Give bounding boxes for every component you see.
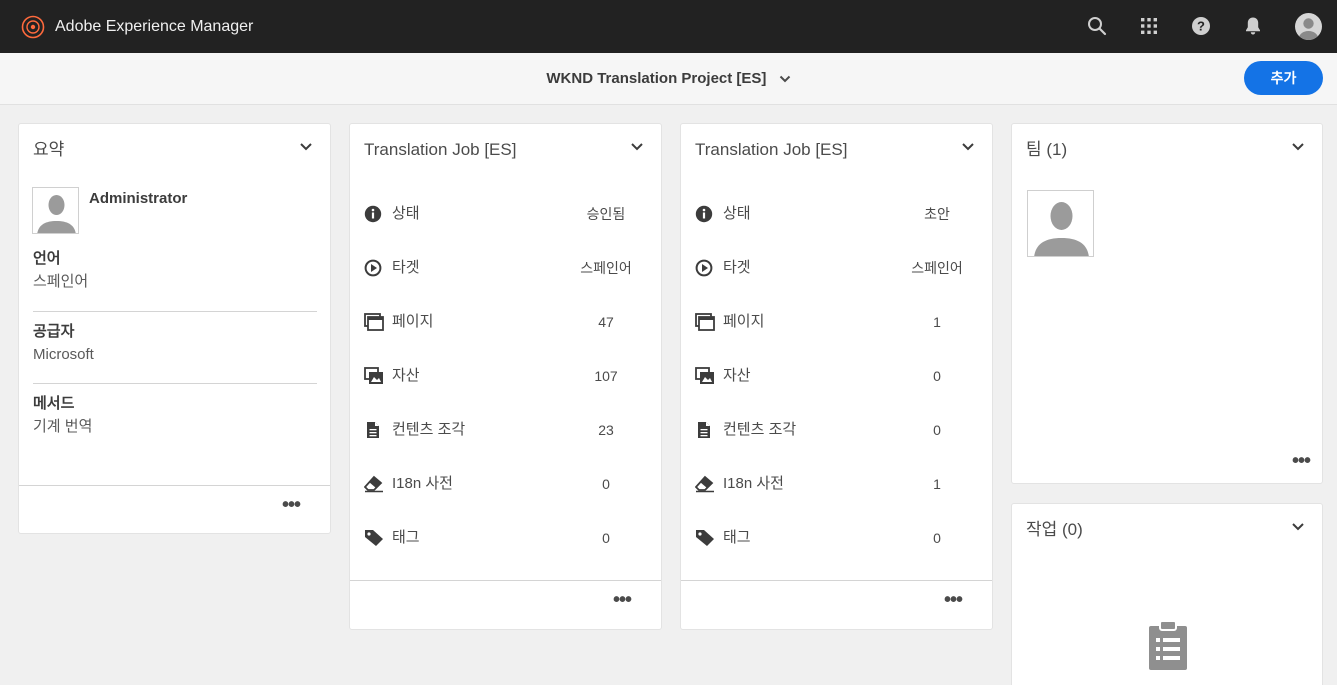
tasks-card: 작업 (0) [1011,503,1323,685]
more-icon[interactable]: ••• [944,590,963,610]
tags-count: 0 [933,530,941,546]
assets-icon [695,367,715,385]
document-icon [695,421,715,439]
target-row: 타겟 스페인어 [364,257,646,279]
method-value: 기계 번역 [33,418,93,435]
svg-text:?: ? [1197,19,1205,34]
card-footer: ••• [350,580,661,630]
user-avatar-icon[interactable] [1295,13,1322,40]
team-card: 팀 (1) ••• [1011,123,1323,484]
search-icon[interactable] [1085,14,1109,38]
document-icon [364,421,384,439]
i18n-dictionary-row[interactable]: I18n 사전 1 [694,473,977,495]
project-title[interactable]: WKND Translation Project [ES] [546,70,766,87]
card-title[interactable]: Translation Job [ES] [364,139,516,161]
info-icon [364,205,384,223]
i18n-dictionary-row[interactable]: I18n 사전 0 [363,473,646,495]
assets-count: 0 [933,368,941,384]
target-value: 스페인어 [580,260,632,276]
project-header: WKND Translation Project [ES] 추가 [0,53,1337,105]
chevron-down-icon[interactable] [628,138,646,156]
card-footer: ••• [681,580,992,630]
chevron-down-icon[interactable] [297,138,315,156]
target-value: 스페인어 [911,260,963,276]
chevron-down-icon[interactable] [1289,518,1307,536]
card-title: 요약 [33,140,65,159]
status-row: 상태 초안 [695,203,977,225]
status-value: 초안 [924,206,950,222]
i18n-dictionary-count: 0 [602,476,610,492]
divider [33,383,317,384]
tags-row[interactable]: 태그 0 [695,527,977,549]
info-icon [695,205,715,223]
chevron-down-icon[interactable] [959,138,977,156]
play-icon [695,259,715,277]
content-fragments-row[interactable]: 컨텐츠 조각 23 [364,419,646,441]
language-value: 스페인어 [33,273,89,290]
pages-icon [695,313,715,331]
apps-grid-icon[interactable] [1137,14,1161,38]
tags-row[interactable]: 태그 0 [364,527,646,549]
tag-icon [364,529,384,547]
eraser-icon [694,475,715,493]
pages-count: 47 [598,314,614,330]
chevron-down-icon[interactable] [779,71,791,89]
top-nav-bar: Adobe Experience Manager ? [0,0,1337,53]
status-row: 상태 승인됨 [364,203,646,225]
aem-logo-icon[interactable] [21,15,45,39]
i18n-dictionary-count: 1 [933,476,941,492]
card-footer: ••• [19,485,330,535]
pages-count: 1 [933,314,941,330]
tag-icon [695,529,715,547]
language-label: 언어 [33,250,61,267]
more-icon[interactable]: ••• [613,590,632,610]
divider [33,311,317,312]
tags-count: 0 [602,530,610,546]
eraser-icon [363,475,384,493]
card-title[interactable]: Translation Job [ES] [695,139,847,161]
pages-row[interactable]: 페이지 47 [364,311,646,333]
provider-value: Microsoft [33,346,94,363]
provider-label: 공급자 [33,323,75,340]
content-fragments-count: 0 [933,422,941,438]
card-title: 작업 (0) [1026,520,1083,539]
assets-count: 107 [594,368,618,384]
user-name: Administrator [89,190,188,207]
play-icon [364,259,384,277]
assets-row[interactable]: 자산 0 [695,365,977,387]
card-title: 팀 (1) [1026,140,1068,159]
more-icon[interactable]: ••• [1292,451,1311,471]
method-label: 메서드 [33,395,75,412]
assets-icon [364,367,384,385]
summary-card: 요약 Administrator 언어 스페인어 공급자 Microsoft 메… [18,123,331,534]
more-icon[interactable]: ••• [282,495,301,515]
chevron-down-icon[interactable] [1289,138,1307,156]
clipboard-icon [1146,620,1190,672]
help-icon[interactable]: ? [1189,14,1213,38]
bell-icon[interactable] [1241,14,1265,38]
assets-row[interactable]: 자산 107 [364,365,646,387]
pages-icon [364,313,384,331]
content-fragments-count: 23 [598,422,614,438]
avatar [32,187,79,234]
app-title[interactable]: Adobe Experience Manager [55,17,253,37]
status-value: 승인됨 [586,206,626,222]
translation-job-card: Translation Job [ES] 상태 승인됨 타겟 스페인어 페이지 … [349,123,662,630]
content-fragments-row[interactable]: 컨텐츠 조각 0 [695,419,977,441]
pages-row[interactable]: 페이지 1 [695,311,977,333]
team-member-avatar[interactable] [1027,190,1094,257]
target-row: 타겟 스페인어 [695,257,977,279]
add-button[interactable]: 추가 [1244,61,1323,95]
translation-job-card: Translation Job [ES] 상태 초안 타겟 스페인어 페이지 1… [680,123,993,630]
